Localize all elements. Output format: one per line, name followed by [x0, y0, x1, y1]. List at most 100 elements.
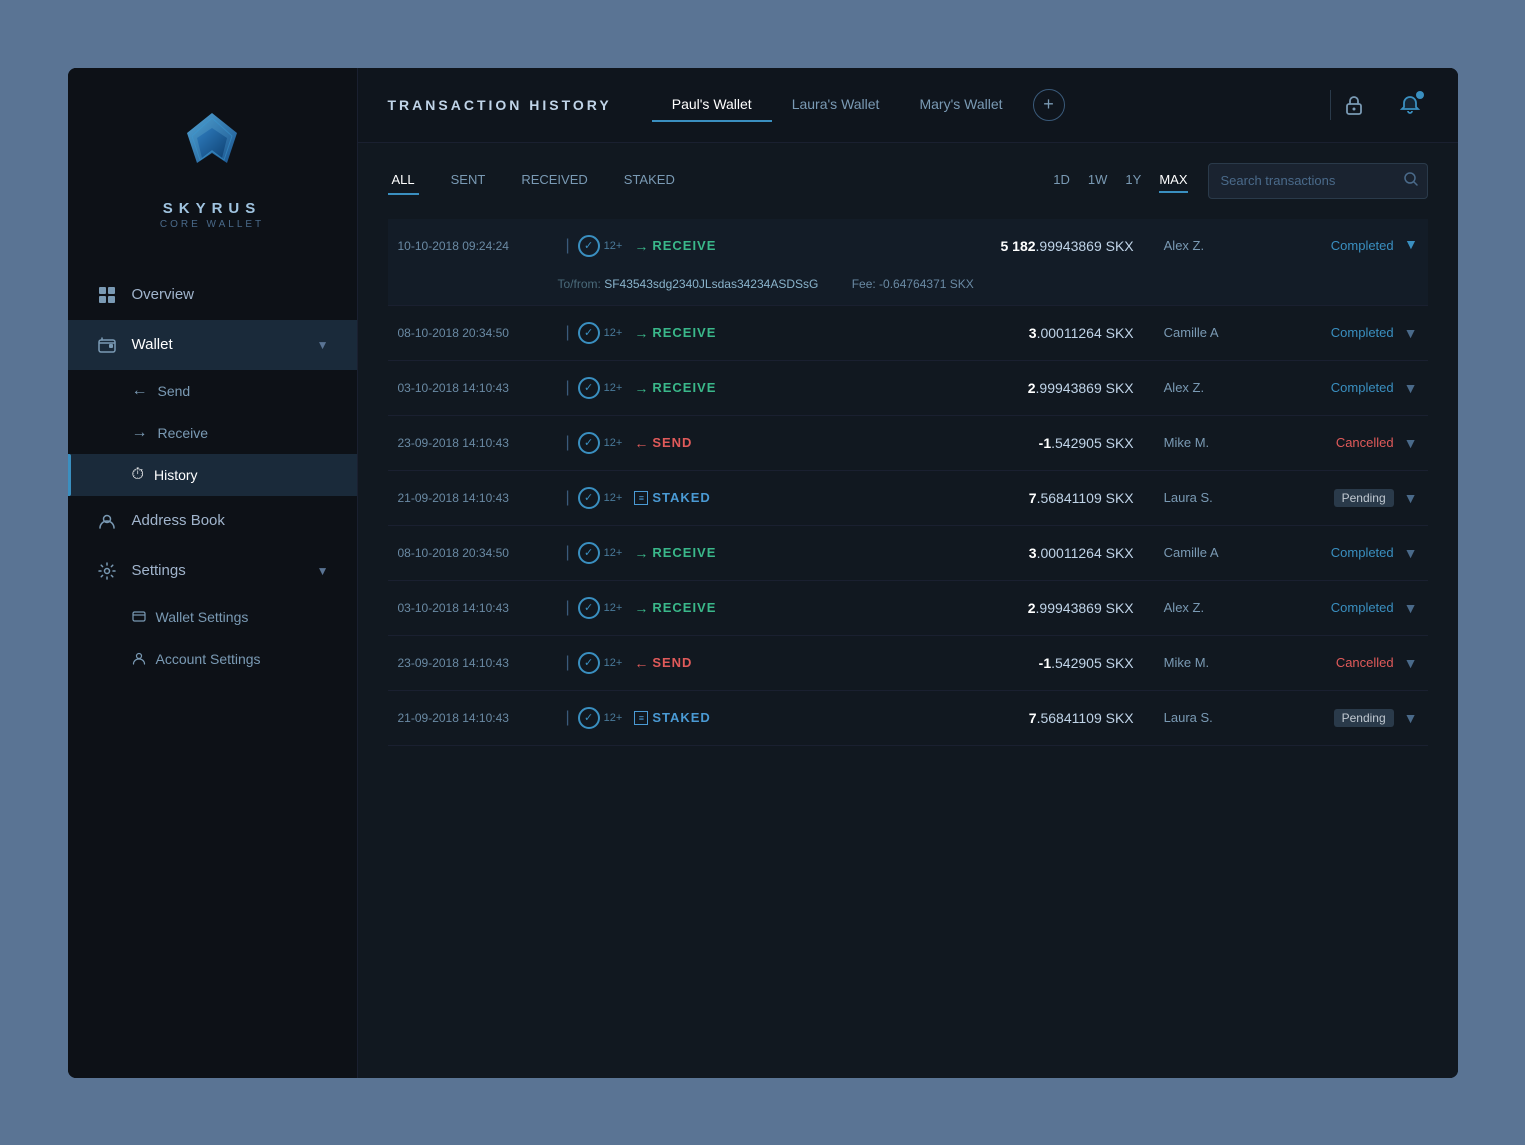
tx-confirm-badge: ✓ [578, 377, 600, 399]
tx-expand-chevron[interactable]: ▼ [1404, 325, 1418, 341]
brand-name: SKYRUS [163, 200, 262, 217]
notifications-button[interactable] [1392, 87, 1428, 123]
tx-confirm-badge: ✓ [578, 235, 600, 257]
search-input[interactable] [1221, 173, 1397, 188]
search-box[interactable] [1208, 163, 1428, 199]
sidebar-subitem-history[interactable]: ⏱ History [68, 454, 357, 496]
tx-expand-chevron[interactable]: ▼ [1404, 545, 1418, 561]
table-row: 08-10-2018 20:34:50 | ✓ 12+ → RECEIVE 3.… [388, 306, 1428, 361]
tx-expand-chevron[interactable]: ▼ [1404, 600, 1418, 616]
table-row: 08-10-2018 20:34:50 | ✓ 12+ → RECEIVE 3.… [388, 526, 1428, 581]
sidebar-subitem-send[interactable]: ← Send [68, 370, 357, 412]
tx-expand-chevron[interactable]: ▼ [1404, 435, 1418, 451]
sidebar-item-overview-label: Overview [132, 286, 195, 303]
tx-expand-chevron[interactable]: ▲ [1404, 238, 1418, 254]
sidebar-subitem-wallet-settings[interactable]: Wallet Settings [68, 596, 357, 638]
sidebar-subitem-receive[interactable]: → Receive [68, 412, 357, 454]
sidebar-item-settings[interactable]: Settings ▼ [68, 546, 357, 596]
tx-type-label: STAKED [652, 710, 722, 725]
wallet-settings-icon [132, 608, 146, 626]
tx-row-3-main[interactable]: 03-10-2018 14:10:43 | ✓ 12+ → RECEIVE 2.… [388, 361, 1428, 415]
filter-bar: ALL SENT RECEIVED STAKED 1D 1W 1Y MAX [388, 163, 1428, 199]
tx-contact: Mike M. [1164, 655, 1264, 670]
tx-expand-chevron[interactable]: ▼ [1404, 380, 1418, 396]
tx-date: 08-10-2018 20:34:50 [398, 546, 558, 560]
tx-direction-icon: → [634, 380, 648, 396]
tx-confirm-badge: ✓ [578, 652, 600, 674]
tab-pauls-wallet[interactable]: Paul's Wallet [652, 88, 772, 122]
sidebar-item-address-book[interactable]: Address Book [68, 496, 357, 546]
tx-status: Completed [1284, 380, 1394, 395]
tx-direction-icon: ← [634, 655, 648, 671]
tx-confirm-badge: ✓ [578, 597, 600, 619]
tx-row-6-main[interactable]: 08-10-2018 20:34:50 | ✓ 12+ → RECEIVE 3.… [388, 526, 1428, 580]
account-settings-icon [132, 650, 146, 668]
tx-row-7-main[interactable]: 03-10-2018 14:10:43 | ✓ 12+ → RECEIVE 2.… [388, 581, 1428, 635]
tx-status: Cancelled [1284, 655, 1394, 670]
topbar-separator [1330, 90, 1331, 120]
tab-marys-wallet[interactable]: Mary's Wallet [899, 88, 1022, 122]
tx-row-8-main[interactable]: 23-09-2018 14:10:43 | ✓ 12+ ← SEND -1.54… [388, 636, 1428, 690]
time-filter-max[interactable]: MAX [1159, 168, 1187, 193]
tx-row-1-main[interactable]: 10-10-2018 09:24:24 | ✓ 12+ → RECEIVE 5 … [388, 219, 1428, 273]
filter-tab-all[interactable]: ALL [388, 166, 419, 195]
tx-expand-chevron[interactable]: ▼ [1404, 490, 1418, 506]
tx-row-9-main[interactable]: 21-09-2018 14:10:43 | ✓ 12+ ≡ STAKED 7.5… [388, 691, 1428, 745]
tx-expand-chevron[interactable]: ▼ [1404, 655, 1418, 671]
tx-amount: 7.56841109 SKX [934, 710, 1134, 726]
pending-badge: Pending [1334, 489, 1394, 507]
wallet-tabs: Paul's Wallet Laura's Wallet Mary's Wall… [652, 88, 1325, 122]
tx-contact: Mike M. [1164, 435, 1264, 450]
tx-amount: -1.542905 SKX [934, 435, 1134, 451]
wallet-chevron: ▼ [317, 338, 329, 352]
add-wallet-button[interactable]: + [1033, 89, 1065, 121]
tx-status: Pending [1284, 709, 1394, 727]
tx-staked-icon: ≡ [634, 711, 648, 725]
tx-type-label: RECEIVE [652, 545, 722, 560]
tx-confirm-badge: ✓ [578, 707, 600, 729]
topbar: TRANSACTION HISTORY Paul's Wallet Laura'… [358, 68, 1458, 143]
type-filter-tabs: ALL SENT RECEIVED STAKED [388, 166, 697, 195]
grid-icon [96, 284, 118, 306]
tx-date: 23-09-2018 14:10:43 [398, 656, 558, 670]
filter-tab-sent[interactable]: SENT [447, 166, 490, 195]
tx-status: Completed [1284, 545, 1394, 560]
lock-button[interactable] [1336, 87, 1372, 123]
sidebar-item-settings-label: Settings [132, 562, 186, 579]
sidebar-subitem-account-settings[interactable]: Account Settings [68, 638, 357, 680]
filter-tab-staked[interactable]: STAKED [620, 166, 679, 195]
tx-row-2-main[interactable]: 08-10-2018 20:34:50 | ✓ 12+ → RECEIVE 3.… [388, 306, 1428, 360]
receive-arrow-icon: → [132, 424, 148, 442]
notification-dot [1416, 91, 1424, 99]
tx-contact: Camille A [1164, 545, 1264, 560]
tx-detail: To/from: SF43543sdg2340JLsdas34234ASDSsG… [388, 273, 1428, 305]
table-row: 23-09-2018 14:10:43 | ✓ 12+ ← SEND -1.54… [388, 636, 1428, 691]
tx-confirm-badge: ✓ [578, 487, 600, 509]
filter-tab-received[interactable]: RECEIVED [517, 166, 591, 195]
tx-confirm-count: 12+ [604, 712, 623, 724]
main-area: TRANSACTION HISTORY Paul's Wallet Laura'… [358, 68, 1458, 1078]
tab-lauras-wallet[interactable]: Laura's Wallet [772, 88, 900, 122]
topbar-actions [1336, 87, 1428, 123]
tx-row-4-main[interactable]: 23-09-2018 14:10:43 | ✓ 12+ ← SEND -1.54… [388, 416, 1428, 470]
app-logo [172, 108, 252, 188]
tx-contact: Alex Z. [1164, 380, 1264, 395]
time-filter-1y[interactable]: 1Y [1125, 168, 1141, 193]
tx-expand-chevron[interactable]: ▼ [1404, 710, 1418, 726]
table-row: 03-10-2018 14:10:43 | ✓ 12+ → RECEIVE 2.… [388, 581, 1428, 636]
settings-gear-icon [96, 560, 118, 582]
sidebar-subitem-account-settings-label: Account Settings [156, 651, 261, 667]
logo-area: SKYRUS CORE WALLET [68, 68, 357, 260]
time-filter-1w[interactable]: 1W [1088, 168, 1108, 193]
tx-date: 08-10-2018 20:34:50 [398, 326, 558, 340]
tx-amount: 2.99943869 SKX [934, 600, 1134, 616]
sidebar-item-overview[interactable]: Overview [68, 270, 357, 320]
tx-fee: Fee: -0.64764371 SKX [852, 277, 974, 291]
tx-type-label: RECEIVE [652, 600, 722, 615]
time-filter-1d[interactable]: 1D [1053, 168, 1070, 193]
transaction-list: 10-10-2018 09:24:24 | ✓ 12+ → RECEIVE 5 … [388, 219, 1428, 1058]
tx-date: 21-09-2018 14:10:43 [398, 491, 558, 505]
tx-confirm-count: 12+ [604, 602, 623, 614]
tx-row-5-main[interactable]: 21-09-2018 14:10:43 | ✓ 12+ ≡ STAKED 7.5… [388, 471, 1428, 525]
sidebar-item-wallet[interactable]: Wallet ▼ [68, 320, 357, 370]
